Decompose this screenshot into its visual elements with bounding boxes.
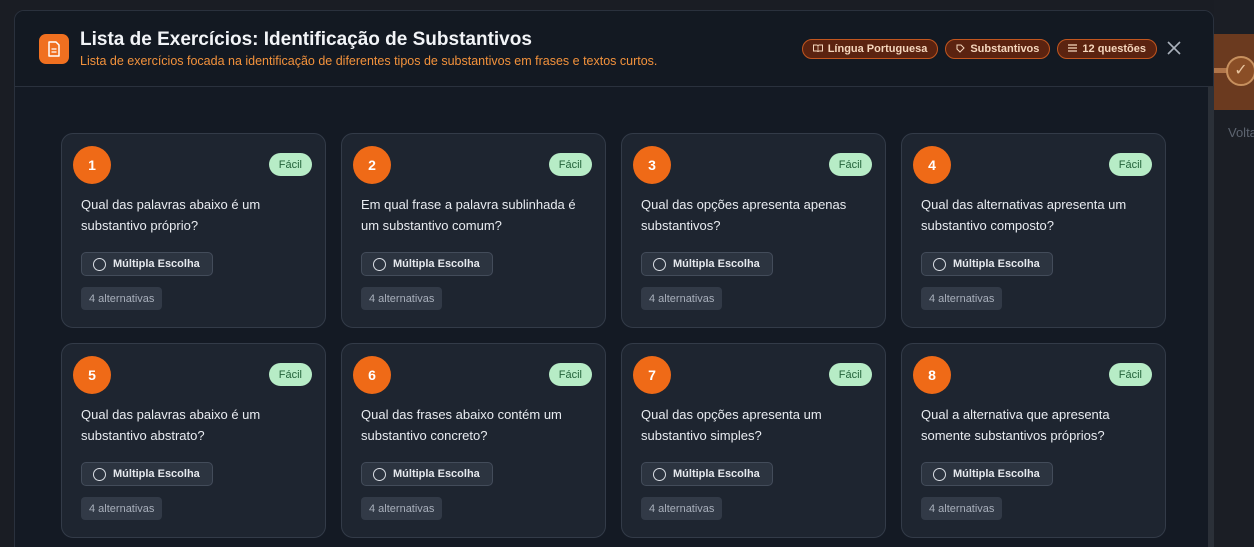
question-type-tag: Múltipla Escolha (361, 462, 493, 486)
question-type-tag: Múltipla Escolha (81, 252, 213, 276)
list-icon (1068, 44, 1078, 54)
modal-title: Lista de Exercícios: Identificação de Su… (80, 29, 532, 50)
question-text: Qual das opções apresenta apenas substan… (641, 197, 847, 233)
question-type-label: Múltipla Escolha (113, 258, 200, 270)
question-text: Qual das palavras abaixo é um substantiv… (81, 407, 261, 443)
header-badges: Língua Portuguesa Substantivos 12 questõ… (801, 39, 1157, 59)
exercise-card[interactable]: 3 Fácil Qual das opções apresenta apenas… (621, 133, 886, 328)
question-type-tag: Múltipla Escolha (361, 252, 493, 276)
modal-subtitle: Lista de exercícios focada na identifica… (80, 54, 658, 68)
difficulty-badge: Fácil (828, 363, 872, 386)
radio-circle-icon (373, 467, 386, 481)
difficulty-badge: Fácil (268, 153, 312, 176)
topic-badge-label: Substantivos (970, 43, 1040, 55)
alternatives-count: 4 alternativas (641, 497, 723, 520)
close-icon[interactable] (1163, 37, 1185, 59)
question-text: Qual das opções apresenta um substantivo… (641, 407, 822, 443)
exercise-card[interactable]: 5 Fácil Qual das palavras abaixo é um su… (61, 343, 326, 538)
question-number: 6 (353, 356, 391, 394)
radio-circle-icon (373, 257, 386, 271)
alternatives-count: 4 alternativas (81, 497, 163, 520)
question-number: 2 (353, 146, 391, 184)
alternatives-count: 4 alternativas (641, 287, 723, 310)
question-count-badge: 12 questões (1057, 39, 1157, 59)
question-type-tag: Múltipla Escolha (921, 252, 1053, 276)
tag-icon (956, 44, 966, 55)
question-text: Qual das frases abaixo contém um substan… (361, 407, 562, 443)
radio-circle-icon (653, 467, 666, 481)
alternatives-count: 4 alternativas (81, 287, 163, 310)
book-icon (812, 44, 823, 54)
question-number: 1 (73, 146, 111, 184)
exercise-card[interactable]: 8 Fácil Qual a alternativa que apresenta… (901, 343, 1166, 538)
background-back-link[interactable]: Volta (1228, 125, 1254, 140)
exercise-card[interactable]: 1 Fácil Qual das palavras abaixo é um su… (61, 133, 326, 328)
exercise-card[interactable]: 4 Fácil Qual das alternativas apresenta … (901, 133, 1166, 328)
alternatives-count: 4 alternativas (921, 497, 1003, 520)
exercise-grid: 1 Fácil Qual das palavras abaixo é um su… (61, 133, 1166, 538)
question-type-label: Múltipla Escolha (673, 258, 760, 270)
question-number: 3 (633, 146, 671, 184)
question-number: 7 (633, 356, 671, 394)
question-type-tag: Múltipla Escolha (921, 462, 1053, 486)
subject-badge-label: Língua Portuguesa (827, 43, 928, 55)
question-type-tag: Múltipla Escolha (641, 252, 773, 276)
modal-header: Lista de Exercícios: Identificação de Su… (15, 11, 1213, 87)
question-type-label: Múltipla Escolha (953, 468, 1040, 480)
question-text: Em qual frase a palavra sublinhada é um … (361, 197, 576, 233)
radio-circle-icon (933, 257, 946, 271)
difficulty-badge: Fácil (1108, 363, 1152, 386)
difficulty-badge: Fácil (548, 363, 592, 386)
question-number: 5 (73, 356, 111, 394)
question-type-tag: Múltipla Escolha (81, 462, 213, 486)
question-count-label: 12 questões (1082, 43, 1146, 55)
difficulty-badge: Fácil (1108, 153, 1152, 176)
radio-circle-icon (93, 257, 106, 271)
scrollbar[interactable] (1208, 86, 1214, 547)
alternatives-count: 4 alternativas (921, 287, 1003, 310)
alternatives-count: 4 alternativas (361, 497, 443, 520)
question-type-label: Múltipla Escolha (113, 468, 200, 480)
alternatives-count: 4 alternativas (361, 287, 443, 310)
radio-circle-icon (653, 257, 666, 271)
difficulty-badge: Fácil (828, 153, 872, 176)
subject-badge: Língua Portuguesa (801, 39, 939, 59)
topic-badge: Substantivos (945, 39, 1051, 59)
difficulty-badge: Fácil (548, 153, 592, 176)
radio-circle-icon (933, 467, 946, 481)
question-type-tag: Múltipla Escolha (641, 462, 773, 486)
question-type-label: Múltipla Escolha (393, 258, 480, 270)
question-text: Qual a alternativa que apresenta somente… (921, 407, 1110, 443)
question-number: 4 (913, 146, 951, 184)
document-icon (39, 34, 69, 64)
exercise-list-modal: Lista de Exercícios: Identificação de Su… (14, 10, 1214, 547)
exercise-card[interactable]: 6 Fácil Qual das frases abaixo contém um… (341, 343, 606, 538)
exercise-card[interactable]: 2 Fácil Em qual frase a palavra sublinha… (341, 133, 606, 328)
question-text: Qual das palavras abaixo é um substantiv… (81, 197, 261, 233)
question-type-label: Múltipla Escolha (673, 468, 760, 480)
question-type-label: Múltipla Escolha (953, 258, 1040, 270)
radio-circle-icon (93, 467, 106, 481)
question-text: Qual das alternativas apresenta um subst… (921, 197, 1127, 233)
check-icon: ✓ (1226, 56, 1254, 86)
question-type-label: Múltipla Escolha (393, 468, 480, 480)
question-number: 8 (913, 356, 951, 394)
difficulty-badge: Fácil (268, 363, 312, 386)
exercise-card[interactable]: 7 Fácil Qual das opções apresenta um sub… (621, 343, 886, 538)
